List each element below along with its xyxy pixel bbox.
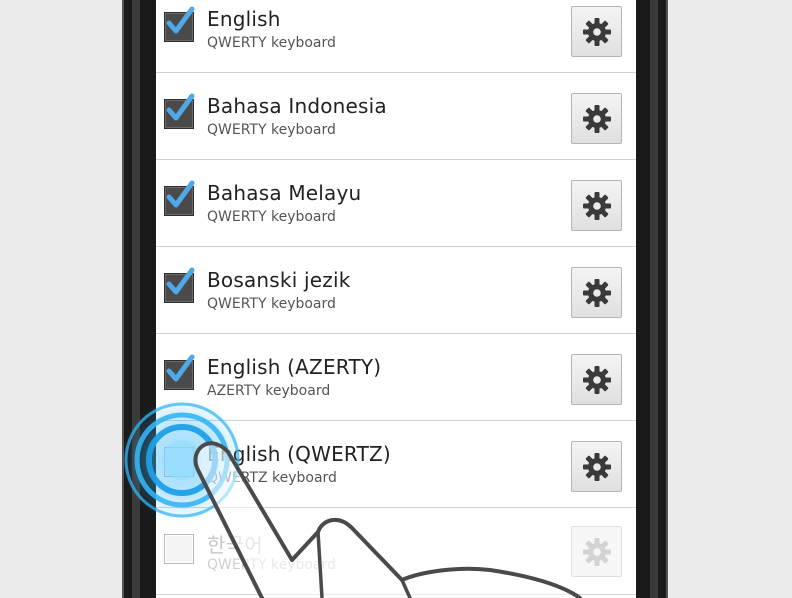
settings-button-english-qwertz[interactable] [571, 441, 622, 492]
item-subtitle: QWERTY keyboard [207, 557, 336, 573]
checkbox-bahasa-melayu[interactable] [164, 180, 195, 216]
gear-icon [583, 192, 611, 220]
check-icon [166, 354, 195, 382]
keyboard-settings-screen: English QWERTY keyboard Bahasa Indonesia… [156, 0, 636, 598]
list-item-bahasa-indonesia[interactable]: Bahasa Indonesia QWERTY keyboard [156, 74, 636, 160]
list-item-korean[interactable]: 한국어 QWERTY keyboard [156, 509, 636, 595]
list-item-english-qwertz[interactable]: English (QWERTZ) QWERTZ keyboard [156, 422, 636, 508]
gear-icon [583, 453, 611, 481]
check-icon [166, 6, 195, 34]
check-icon [166, 93, 195, 121]
settings-button-korean [571, 526, 622, 577]
item-title: English [207, 7, 281, 31]
settings-button-english[interactable] [571, 6, 622, 57]
item-title: Bahasa Indonesia [207, 94, 387, 118]
item-title: Bahasa Melayu [207, 181, 362, 205]
settings-button-english-azerty[interactable] [571, 354, 622, 405]
checkbox-english-qwertz[interactable] [164, 447, 194, 477]
checkbox-bahasa-indonesia[interactable] [164, 93, 195, 129]
item-subtitle: AZERTY keyboard [207, 383, 331, 399]
gear-icon [583, 279, 611, 307]
list-item-bahasa-melayu[interactable]: Bahasa Melayu QWERTY keyboard [156, 161, 636, 247]
check-icon [166, 180, 195, 208]
gear-icon [583, 18, 611, 46]
checkbox-english-azerty[interactable] [164, 354, 195, 390]
checkbox-bosanski-jezik[interactable] [164, 267, 195, 303]
check-icon [166, 267, 195, 295]
item-subtitle: QWERTY keyboard [207, 209, 336, 225]
item-title: Bosanski jezik [207, 268, 351, 292]
item-title: 한국어 [207, 533, 263, 557]
gear-icon [583, 366, 611, 394]
settings-button-bosanski-jezik[interactable] [571, 267, 622, 318]
item-subtitle: QWERTY keyboard [207, 122, 336, 138]
list-item-bosanski-jezik[interactable]: Bosanski jezik QWERTY keyboard [156, 248, 636, 334]
list-item-english-azerty[interactable]: English (AZERTY) AZERTY keyboard [156, 335, 636, 421]
item-title: English (AZERTY) [207, 355, 382, 379]
item-subtitle: QWERTZ keyboard [207, 470, 337, 486]
gear-icon [583, 538, 611, 566]
item-title: English (QWERTZ) [207, 442, 391, 466]
gear-icon [583, 105, 611, 133]
list-item-english[interactable]: English QWERTY keyboard [156, 0, 636, 73]
settings-button-bahasa-indonesia[interactable] [571, 93, 622, 144]
checkbox-english[interactable] [164, 6, 195, 42]
item-subtitle: QWERTY keyboard [207, 35, 336, 51]
item-subtitle: QWERTY keyboard [207, 296, 336, 312]
checkbox-korean[interactable] [164, 534, 194, 564]
settings-button-bahasa-melayu[interactable] [571, 180, 622, 231]
